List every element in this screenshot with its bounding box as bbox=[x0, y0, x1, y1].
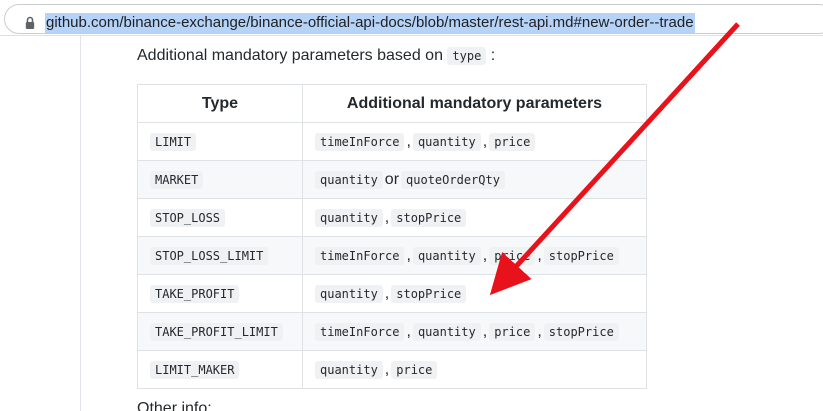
params-cell: timeInForce, quantity, price, stopPrice bbox=[302, 312, 647, 351]
param-code: stopPrice bbox=[543, 246, 619, 265]
browser-address-bar: github.com/binance-exchange/binance-offi… bbox=[0, 0, 823, 36]
type-cell: MARKET bbox=[137, 160, 303, 199]
param-separator: , bbox=[482, 132, 488, 150]
param-code: stopPrice bbox=[391, 284, 467, 303]
type-cell: TAKE_PROFIT bbox=[137, 274, 303, 313]
param-code: quantity bbox=[315, 284, 383, 303]
url-field[interactable]: github.com/binance-exchange/binance-offi… bbox=[4, 4, 823, 34]
params-cell: quantity, stopPrice bbox=[302, 274, 647, 313]
param-code: price bbox=[489, 322, 536, 341]
header-params: Additional mandatory parameters bbox=[302, 84, 647, 123]
param-code: quantity bbox=[412, 246, 481, 265]
type-code: STOP_LOSS bbox=[150, 208, 226, 227]
params-cell: timeInForce, quantity, price, stopPrice bbox=[302, 236, 647, 275]
table-row: TAKE_PROFIT_LIMIT timeInForce, quantity, pr… bbox=[137, 312, 647, 351]
table-row: LIMIT timeInForce, quantity, price bbox=[137, 122, 647, 161]
left-border bbox=[80, 36, 81, 411]
type-cell: STOP_LOSS bbox=[137, 198, 303, 237]
header-type: Type bbox=[137, 84, 303, 123]
parameters-table: Type Additional mandatory parameters LIM… bbox=[137, 84, 647, 389]
param-separator: , bbox=[482, 322, 488, 340]
type-code: TAKE_PROFIT_LIMIT bbox=[150, 322, 283, 341]
param-code: stopPrice bbox=[391, 208, 467, 227]
param-separator: , bbox=[537, 246, 542, 264]
url-text[interactable]: github.com/binance-exchange/binance-offi… bbox=[45, 13, 695, 33]
param-code: price bbox=[489, 246, 536, 265]
param-code: quantity bbox=[315, 360, 383, 379]
param-separator: , bbox=[406, 246, 411, 264]
intro-code: type bbox=[447, 47, 487, 65]
intro-text: Additional mandatory parameters based on… bbox=[137, 44, 495, 68]
param-code: price bbox=[391, 360, 438, 379]
type-cell: TAKE_PROFIT_LIMIT bbox=[137, 312, 303, 351]
type-code: LIMIT_MAKER bbox=[150, 360, 240, 379]
param-separator: , bbox=[384, 208, 390, 226]
param-code: price bbox=[489, 132, 536, 151]
param-separator: , bbox=[406, 322, 411, 340]
table-row: STOP_LOSS quantity, stopPrice bbox=[137, 198, 647, 237]
param-separator: or bbox=[384, 170, 400, 188]
table-row: TAKE_PROFIT quantity, stopPrice bbox=[137, 274, 647, 313]
type-code: LIMIT bbox=[150, 132, 197, 151]
param-code: timeInForce bbox=[315, 132, 405, 151]
table-row: LIMIT_MAKER quantity, price bbox=[137, 350, 647, 389]
param-code: quantity bbox=[315, 170, 383, 189]
params-cell: quantity, price bbox=[302, 350, 647, 389]
params-cell: quantity or quoteOrderQty bbox=[302, 160, 647, 199]
table-header-row: Type Additional mandatory parameters bbox=[137, 84, 647, 123]
param-code: timeInForce bbox=[315, 322, 405, 341]
type-code: TAKE_PROFIT bbox=[150, 284, 240, 303]
param-code: stopPrice bbox=[543, 322, 619, 341]
params-cell: timeInForce, quantity, price bbox=[302, 122, 647, 161]
intro-prefix: Additional mandatory parameters based on bbox=[137, 47, 443, 64]
params-cell: quantity, stopPrice bbox=[302, 198, 647, 237]
other-info-heading: Other info: bbox=[137, 400, 212, 411]
table-row: MARKET quantity or quoteOrderQty bbox=[137, 160, 647, 199]
param-separator: , bbox=[406, 132, 411, 150]
intro-suffix: : bbox=[490, 47, 496, 64]
type-cell: LIMIT bbox=[137, 122, 303, 161]
param-code: timeInForce bbox=[315, 246, 405, 265]
type-code: STOP_LOSS_LIMIT bbox=[150, 246, 269, 265]
lock-icon[interactable] bbox=[25, 16, 35, 30]
type-code: MARKET bbox=[150, 170, 204, 189]
param-separator: , bbox=[482, 246, 488, 264]
type-cell: LIMIT_MAKER bbox=[137, 350, 303, 389]
table-row: STOP_LOSS_LIMIT timeInForce, quantity, pric… bbox=[137, 236, 647, 275]
page-content: Additional mandatory parameters based on… bbox=[0, 36, 823, 411]
param-code: quantity bbox=[315, 208, 383, 227]
param-code: quoteOrderQty bbox=[401, 170, 505, 189]
type-cell: STOP_LOSS_LIMIT bbox=[137, 236, 303, 275]
param-separator: , bbox=[384, 284, 390, 302]
param-separator: , bbox=[384, 360, 390, 378]
param-code: quantity bbox=[412, 322, 481, 341]
param-separator: , bbox=[537, 322, 542, 340]
param-code: quantity bbox=[412, 132, 481, 151]
table-body: LIMIT timeInForce, quantity, price MARKET qua… bbox=[137, 122, 647, 389]
